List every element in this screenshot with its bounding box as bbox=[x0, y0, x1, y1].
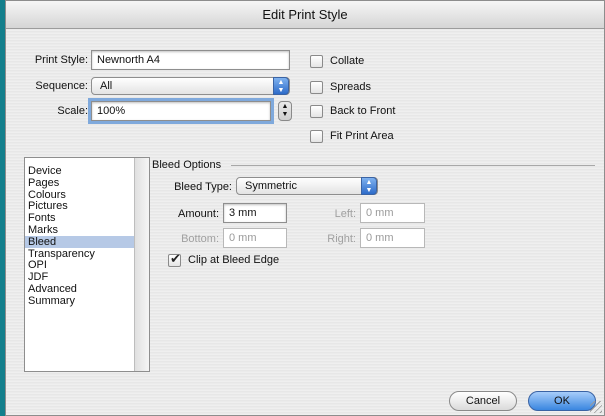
edit-print-style-dialog: Edit Print Style Print Style: Newnorth A… bbox=[5, 0, 605, 416]
back-to-front-checkbox[interactable] bbox=[310, 104, 323, 118]
list-item-pages[interactable]: Pages bbox=[25, 177, 149, 189]
category-list[interactable]: Device Pages Colours Pictures Fonts Marks Blee… bbox=[24, 157, 150, 372]
list-item-advanced[interactable]: Advanced bbox=[25, 283, 149, 295]
list-item-colours[interactable]: Colours bbox=[25, 189, 149, 201]
section-divider bbox=[231, 165, 595, 166]
amount-label: Amount: bbox=[178, 208, 219, 220]
list-item-jdf[interactable]: JDF bbox=[25, 271, 149, 283]
chevron-updown-icon: ▲ ▼ bbox=[361, 177, 377, 195]
clip-at-bleed-edge-option[interactable]: Clip at Bleed Edge bbox=[168, 251, 280, 268]
fit-print-area-option[interactable]: Fit Print Area bbox=[310, 128, 394, 144]
resize-grip-icon[interactable] bbox=[590, 401, 602, 413]
list-scrollbar[interactable] bbox=[134, 158, 149, 371]
fit-print-area-checkbox[interactable] bbox=[310, 129, 323, 143]
list-item-bleed[interactable]: Bleed bbox=[25, 235, 149, 248]
right-field[interactable]: 0 mm bbox=[360, 228, 425, 248]
sequence-value: All bbox=[100, 80, 113, 92]
collate-option[interactable]: Collate bbox=[310, 53, 364, 69]
bleed-type-select[interactable]: Symmetric ▲ ▼ bbox=[236, 177, 378, 195]
collate-checkbox[interactable] bbox=[310, 54, 323, 68]
list-item-summary[interactable]: Summary bbox=[25, 295, 149, 307]
spreads-option[interactable]: Spreads bbox=[310, 79, 371, 95]
clip-at-bleed-edge-checkbox[interactable] bbox=[168, 251, 181, 267]
clip-at-bleed-edge-label: Clip at Bleed Edge bbox=[188, 254, 280, 266]
back-to-front-option[interactable]: Back to Front bbox=[310, 103, 395, 119]
spreads-label: Spreads bbox=[330, 81, 371, 93]
list-item-fonts[interactable]: Fonts bbox=[25, 212, 149, 224]
list-item-transparency[interactable]: Transparency bbox=[25, 248, 149, 260]
list-item-device[interactable]: Device bbox=[25, 165, 149, 177]
back-to-front-label: Back to Front bbox=[330, 105, 396, 117]
list-item-pictures[interactable]: Pictures bbox=[25, 200, 149, 212]
scale-label: Scale: bbox=[57, 105, 88, 117]
collate-label: Collate bbox=[330, 55, 365, 67]
bleed-section-title: Bleed Options bbox=[152, 159, 222, 171]
scale-stepper[interactable]: ▲ ▼ bbox=[278, 101, 292, 121]
left-label: Left: bbox=[334, 208, 356, 220]
sequence-label: Sequence: bbox=[35, 80, 88, 92]
bottom-label: Bottom: bbox=[181, 233, 219, 245]
right-label: Right: bbox=[327, 233, 356, 245]
scale-field[interactable]: 100% bbox=[88, 98, 274, 124]
list-item-opi[interactable]: OPI bbox=[25, 259, 149, 271]
chevron-updown-icon: ▲ ▼ bbox=[273, 77, 289, 95]
ok-button[interactable]: OK bbox=[528, 391, 596, 411]
bleed-type-label: Bleed Type: bbox=[174, 181, 232, 193]
list-item-marks[interactable]: Marks bbox=[25, 224, 149, 236]
sequence-select[interactable]: All ▲ ▼ bbox=[91, 77, 290, 95]
amount-field[interactable]: 3 mm bbox=[223, 203, 287, 223]
cancel-button[interactable]: Cancel bbox=[449, 391, 517, 411]
bleed-type-value: Symmetric bbox=[245, 180, 297, 192]
bottom-field[interactable]: 0 mm bbox=[223, 228, 287, 248]
left-field[interactable]: 0 mm bbox=[360, 203, 425, 223]
window-title: Edit Print Style bbox=[6, 1, 604, 29]
fit-print-area-label: Fit Print Area bbox=[330, 130, 394, 142]
print-style-label: Print Style: bbox=[34, 54, 88, 66]
print-style-field[interactable]: Newnorth A4 bbox=[91, 50, 290, 70]
spreads-checkbox[interactable] bbox=[310, 80, 323, 94]
